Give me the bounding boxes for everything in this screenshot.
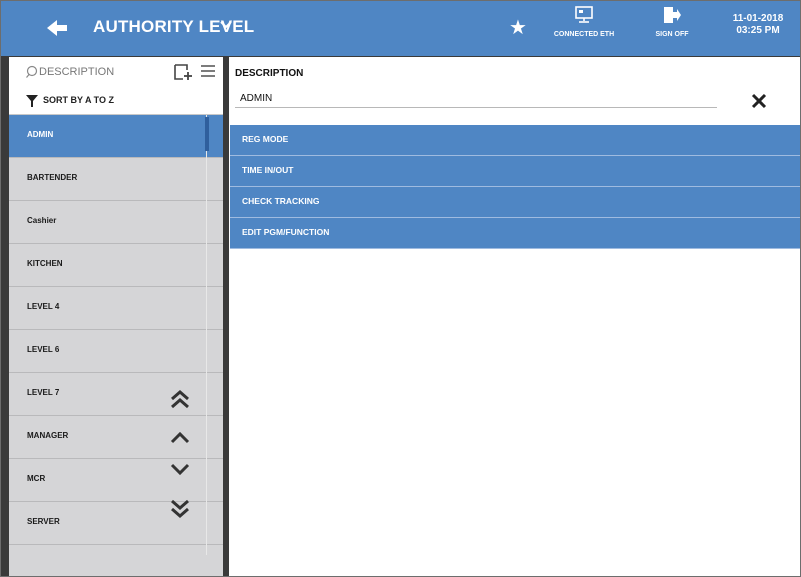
menu-icon[interactable] <box>200 64 216 78</box>
list-item-label: LEVEL 7 <box>27 388 60 397</box>
list-item[interactable]: BARTENDER <box>9 158 223 201</box>
list-item-label: MANAGER <box>27 431 69 440</box>
description-field[interactable] <box>240 91 710 106</box>
option-time-in-out[interactable]: TIME IN/OUT <box>230 156 800 187</box>
option-check-tracking[interactable]: CHECK TRACKING <box>230 187 800 218</box>
list-item-label: Cashier <box>27 216 57 225</box>
connection-status-button[interactable]: CONNECTED ETH <box>544 6 624 38</box>
chevron-up-icon[interactable] <box>169 427 191 449</box>
option-label: REG MODE <box>242 134 289 144</box>
time-text: 03:25 PM <box>736 25 780 36</box>
add-record-icon[interactable] <box>173 63 193 81</box>
list-item[interactable]: Cashier <box>9 201 223 244</box>
list-item-label: ADMIN <box>27 130 54 139</box>
option-edit-pgm-function[interactable]: EDIT PGM/FUNCTION <box>230 218 800 249</box>
chevron-down-icon[interactable] <box>219 17 233 33</box>
sidebar: SORT BY A TO Z ADMIN BARTENDER Cashier K… <box>9 57 223 576</box>
double-chevron-down-icon[interactable] <box>169 498 191 520</box>
sign-off-label: SIGN OFF <box>655 31 689 38</box>
search-bar <box>9 57 223 88</box>
date-time: 11-01-2018 03:25 PM <box>723 13 793 37</box>
scrollbar-track[interactable] <box>206 115 207 555</box>
option-label: EDIT PGM/FUNCTION <box>242 227 330 237</box>
connection-label: CONNECTED ETH <box>553 31 615 38</box>
sort-label: SORT BY A TO Z <box>43 95 115 105</box>
network-monitor-icon <box>575 6 593 23</box>
sign-off-button[interactable]: SIGN OFF <box>644 6 700 38</box>
authority-level-list: ADMIN BARTENDER Cashier KITCHEN LEVEL 4 … <box>9 115 223 545</box>
app-window: AUTHORITY LEVEL ★ CONNECTED ETH SIGN OFF… <box>0 0 801 577</box>
search-icon <box>26 65 38 78</box>
list-item-label: SERVER <box>27 517 60 526</box>
back-arrow-icon[interactable] <box>45 17 69 39</box>
search-input[interactable] <box>39 64 139 80</box>
permission-options: REG MODE TIME IN/OUT CHECK TRACKING EDIT… <box>230 125 800 249</box>
field-underline <box>235 107 717 108</box>
chevron-down-icon[interactable] <box>169 458 191 480</box>
list-item[interactable]: KITCHEN <box>9 244 223 287</box>
option-reg-mode[interactable]: REG MODE <box>230 125 800 156</box>
close-icon[interactable] <box>751 93 767 109</box>
exit-door-icon <box>664 7 681 23</box>
scrollbar-thumb[interactable] <box>205 117 209 151</box>
double-chevron-up-icon[interactable] <box>169 388 191 410</box>
list-item-label: LEVEL 4 <box>27 302 60 311</box>
list-item-label: BARTENDER <box>27 173 78 182</box>
sort-button[interactable]: SORT BY A TO Z <box>9 88 223 115</box>
option-label: CHECK TRACKING <box>242 196 320 206</box>
filter-icon <box>26 95 38 107</box>
list-item-label: KITCHEN <box>27 259 63 268</box>
date-text: 11-01-2018 <box>732 13 784 24</box>
detail-panel: DESCRIPTION REG MODE TIME IN/OUT CHECK T… <box>229 57 800 576</box>
top-bar: AUTHORITY LEVEL ★ CONNECTED ETH SIGN OFF… <box>1 1 800 56</box>
list-item[interactable]: ADMIN <box>9 115 223 158</box>
list-item[interactable]: LEVEL 4 <box>9 287 223 330</box>
list-item-label: LEVEL 6 <box>27 345 60 354</box>
star-icon[interactable]: ★ <box>509 15 527 40</box>
list-item[interactable]: LEVEL 6 <box>9 330 223 373</box>
list-item-label: MCR <box>27 474 46 483</box>
description-label: DESCRIPTION <box>235 68 304 79</box>
option-label: TIME IN/OUT <box>242 165 294 175</box>
